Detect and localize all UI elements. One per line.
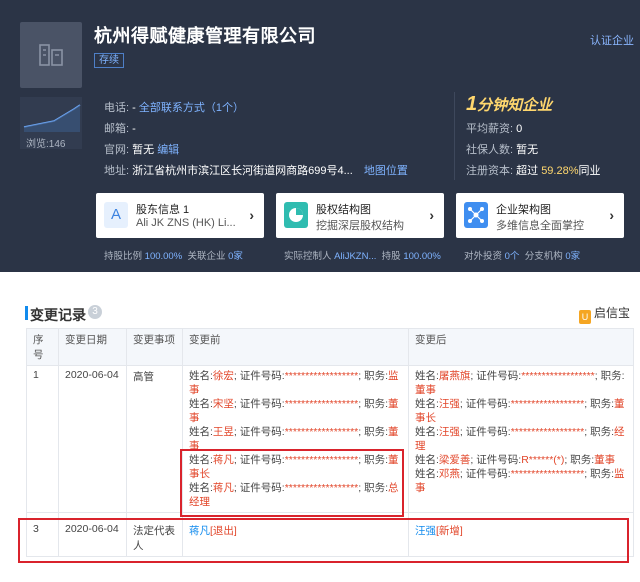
col-header-before: 变更前: [182, 328, 409, 366]
divider: [454, 92, 455, 180]
after-entry: 姓名:邓燕; 证件号码:******************; 职务:监事: [415, 468, 625, 494]
company-logo: [20, 22, 82, 88]
equity-structure-card[interactable]: 股权结构图 挖掘深层股权结构 ›: [276, 193, 444, 238]
insured-row: 社保人数: 暂无: [466, 144, 539, 156]
highlight-box-before: [180, 449, 404, 517]
section-title: 变更记录: [30, 307, 86, 323]
before-entry: 姓名:徐宏; 证件号码:******************; 职务:监事: [189, 370, 399, 396]
edit-website-link[interactable]: 编辑: [157, 144, 179, 156]
equity-footer: 实际控制人 AliJKZN... 持股 100.00%: [284, 251, 441, 262]
records-count-badge: 3: [88, 305, 102, 319]
after-entry: 姓名:梁爱善; 证件号码:R******(*); 职务:董事: [415, 454, 616, 466]
after-entry: 姓名:屠燕旗; 证件号码:******************; 职务:董事: [415, 370, 625, 396]
pie-chart-icon: [284, 202, 308, 228]
avg-salary-row: 平均薪资: 0: [466, 123, 523, 135]
email-row: 邮箱: -: [104, 123, 136, 135]
chevron-right-icon: ›: [249, 207, 254, 223]
qixinbao-logo-icon: U: [578, 310, 591, 324]
col-header-after: 变更后: [408, 328, 634, 366]
website-row: 官网: 暂无 编辑: [104, 144, 180, 156]
company-name: 杭州得赋健康管理有限公司: [94, 26, 316, 46]
trend-chart-icon: [23, 104, 81, 132]
chevron-right-icon: ›: [429, 207, 434, 223]
building-icon: [39, 44, 63, 66]
org-footer: 对外投资 0个 分支机构 0家: [464, 251, 581, 262]
shareholder-icon: A: [104, 202, 128, 228]
slogan: 1分钟知企业: [466, 93, 553, 115]
section-accent-bar: [25, 306, 28, 320]
network-icon: [464, 202, 488, 228]
col-header-no: 序号: [26, 328, 59, 366]
map-location-link[interactable]: 地图位置: [364, 165, 408, 177]
before-entry: 姓名:宋坚; 证件号码:******************; 职务:董事: [189, 398, 399, 424]
verify-link[interactable]: 认证企业: [590, 32, 634, 48]
col-header-date: 变更日期: [58, 328, 127, 366]
table-header-row: 序号 变更日期 变更事项 变更前 变更后: [26, 328, 634, 366]
chevron-right-icon: ›: [609, 207, 614, 223]
shareholder-footer: 持股比例 100.00% 关联企业 0家: [104, 251, 243, 262]
shareholder-card[interactable]: A 股东信息 1 Ali JK ZNS (HK) Li... ›: [96, 193, 264, 238]
all-contacts-link[interactable]: 全部联系方式（1个）: [139, 102, 244, 114]
col-header-item: 变更事项: [126, 328, 183, 366]
views-count: 浏览:146: [26, 139, 66, 150]
status-badge: 存续: [94, 53, 124, 68]
after-entry: 姓名:汪强; 证件号码:******************; 职务:经理: [415, 426, 625, 452]
highlight-box-legal-rep: [18, 518, 629, 563]
phone-row: 电话: - 全部联系方式（1个）: [104, 102, 244, 114]
after-entry: 姓名:汪强; 证件号码:******************; 职务:董事长: [415, 398, 625, 424]
capital-row: 注册资本: 超过 59.28%同业: [466, 165, 601, 177]
org-structure-card[interactable]: 企业架构图 多维信息全面掌控 ›: [456, 193, 624, 238]
after-cell: 姓名:屠燕旗; 证件号码:******************; 职务:董事 姓…: [408, 365, 634, 513]
company-header: 杭州得赋健康管理有限公司 存续 认证企业 浏览:146 电话: - 全部联系方式…: [0, 0, 640, 272]
address-row: 地址: 浙江省杭州市滨江区长河街道网商路699号4... 地图位置: [104, 165, 408, 177]
qixinbao-brand: U 启信宝: [578, 304, 630, 324]
